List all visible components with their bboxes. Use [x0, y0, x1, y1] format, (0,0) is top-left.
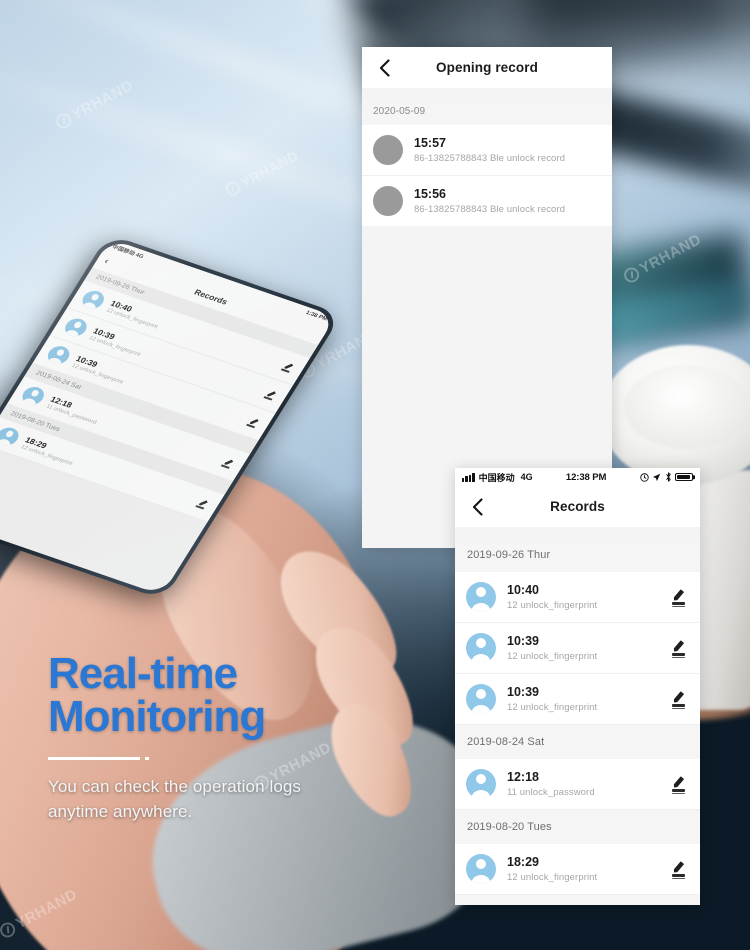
avatar — [466, 633, 496, 663]
list-top-gap — [455, 527, 700, 538]
record-time: 15:57 — [414, 135, 446, 150]
records-list: 2019-09-26 Thur 10:40 12 unlock_fingerpr… — [455, 538, 700, 905]
list-top-gap — [362, 88, 612, 99]
divider-dot — [145, 757, 149, 761]
records-navbar: Records — [455, 486, 700, 527]
table-row[interactable]: 15:57 86-13825788843 Ble unlock record — [362, 125, 612, 176]
page-title-line2: Monitoring — [48, 692, 266, 742]
avatar — [61, 315, 91, 339]
record-description: 11 unlock_password — [507, 787, 595, 799]
edit-pencil-icon[interactable] — [672, 640, 689, 658]
records-title: Records — [550, 499, 605, 514]
record-time: 12:18 — [507, 769, 539, 784]
avatar — [466, 684, 496, 714]
date-header: 2019-08-20 Tues — [455, 810, 700, 844]
signal-bars-icon — [462, 472, 475, 482]
statusbar-right — [639, 472, 693, 482]
ios-statusbar: 中国移动 4G 12:38 PM — [455, 468, 700, 486]
divider-line — [48, 757, 140, 761]
promo-subtitle-line1: You can check the operation logs — [48, 777, 302, 797]
date-header-partial: 2019-08-15 Thu — [455, 895, 700, 905]
bluetooth-icon — [665, 472, 671, 482]
network-label: 4G — [520, 472, 533, 482]
record-time: 10:39 — [507, 633, 539, 648]
edit-pencil-icon[interactable] — [672, 861, 689, 879]
chevron-left-icon[interactable]: ‹ — [103, 256, 111, 266]
location-arrow-icon — [652, 473, 661, 481]
chevron-left-icon[interactable] — [467, 497, 487, 517]
record-text: 15:57 86-13825788843 Ble unlock record — [414, 136, 601, 165]
avatar — [373, 135, 403, 165]
record-text: 10:40 12 unlock_fingerprint — [507, 583, 672, 612]
avatar — [466, 769, 496, 799]
record-description: 12 unlock_fingerprint — [507, 702, 598, 714]
opening-record-navbar: Opening record — [362, 47, 612, 88]
divider — [48, 757, 468, 761]
record-description: 86-13825788843 Ble unlock record — [414, 153, 566, 165]
table-row[interactable]: 10:39 12 unlock_fingerprint — [455, 623, 700, 674]
alarm-clock-icon — [639, 472, 649, 482]
record-time: 18:29 — [507, 854, 539, 869]
edit-pencil-icon[interactable] — [672, 776, 689, 794]
record-time: 10:40 — [507, 582, 539, 597]
avatar — [373, 186, 403, 216]
edit-pencil-icon[interactable] — [672, 691, 689, 709]
page-title-line1: Real-time — [48, 649, 238, 698]
date-header: 2020-05-09 — [362, 99, 612, 125]
phone-nav-title: Records — [192, 287, 230, 307]
avatar — [18, 384, 48, 408]
record-description: 12 unlock_fingerprint — [507, 872, 598, 884]
record-description: 86-13825788843 Ble unlock record — [414, 204, 566, 216]
table-row[interactable]: 12:18 11 unlock_password — [455, 759, 700, 810]
records-screen: 中国移动 4G 12:38 PM Records 2019-09-26 Thur… — [455, 468, 700, 905]
opening-record-list: 2020-05-09 15:57 86-13825788843 Ble unlo… — [362, 99, 612, 226]
opening-record-title: Opening record — [436, 60, 538, 75]
edit-pencil-icon[interactable] — [672, 589, 689, 607]
promo-subtitle-line2: anytime anywhere. — [48, 801, 193, 821]
record-description: 12 unlock_fingerprint — [507, 600, 598, 612]
avatar — [466, 854, 496, 884]
table-row[interactable]: 18:29 12 unlock_fingerprint — [455, 844, 700, 895]
promo-subtitle: You can check the operation logs anytime… — [48, 775, 468, 824]
record-time: 10:39 — [507, 684, 539, 699]
avatar — [44, 343, 74, 367]
avatar — [466, 582, 496, 612]
avatar — [0, 424, 23, 448]
table-row[interactable]: 15:56 86-13825788843 Ble unlock record — [362, 176, 612, 226]
record-text: 10:39 12 unlock_fingerprint — [507, 634, 672, 663]
record-text: 10:39 12 unlock_fingerprint — [507, 685, 672, 714]
record-description: 12 unlock_fingerprint — [507, 651, 598, 663]
record-time: 15:56 — [414, 186, 446, 201]
statusbar-left: 中国移动 4G — [462, 471, 533, 484]
promo-text-block: Real-time Monitoring You can check the o… — [48, 649, 468, 825]
avatar — [78, 288, 108, 312]
record-text: 15:56 86-13825788843 Ble unlock record — [414, 187, 601, 216]
battery-full-icon — [675, 472, 693, 482]
record-text: 12:18 11 unlock_password — [507, 770, 672, 799]
statusbar-clock: 12:38 PM — [565, 471, 607, 483]
coffee-cup-lid-inner — [624, 365, 750, 449]
date-header: 2019-08-24 Sat — [455, 725, 700, 759]
table-row[interactable]: 10:40 12 unlock_fingerprint — [455, 572, 700, 623]
date-header: 2019-09-26 Thur — [455, 538, 700, 572]
carrier-label: 中国移动 — [478, 472, 515, 483]
promo-banner: YRHAND YRHAND YRHAND YRHAND YRHAND YRHAN… — [0, 0, 750, 950]
table-row[interactable]: 10:39 12 unlock_fingerprint — [455, 674, 700, 725]
record-text: 18:29 12 unlock_fingerprint — [507, 855, 672, 884]
empty-list-area — [362, 226, 612, 486]
chevron-left-icon[interactable] — [374, 58, 394, 78]
